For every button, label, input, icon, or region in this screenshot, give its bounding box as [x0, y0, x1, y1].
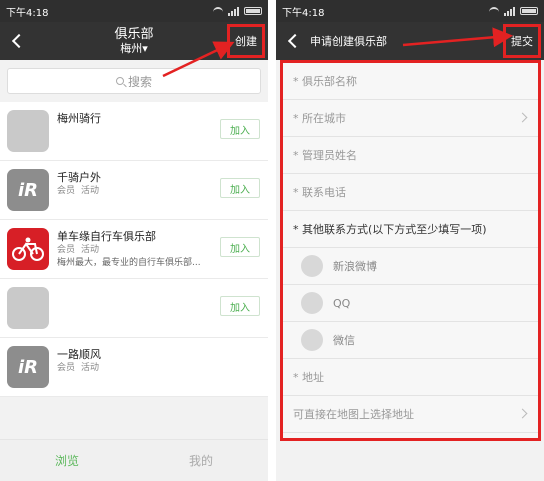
- club-avatar: [7, 287, 49, 329]
- status-bar: 下午4:18: [276, 0, 544, 22]
- qq-field[interactable]: QQ: [283, 285, 538, 322]
- club-name: 单车缘自行车俱乐部: [57, 230, 156, 243]
- activity-tag: 活动: [81, 186, 100, 196]
- club-name: 千骑户外: [57, 171, 101, 184]
- admin-name-field[interactable]: * 管理员姓名: [283, 137, 538, 174]
- qq-icon: [301, 292, 323, 314]
- status-time: 下午4:18: [6, 7, 49, 19]
- other-contacts-label: * 其他联系方式(以下方式至少填写一项): [283, 211, 538, 248]
- battery-icon: [244, 7, 262, 15]
- wechat-icon: [301, 329, 323, 351]
- club-name: 梅州骑行: [57, 112, 101, 125]
- activity-tag: 活动: [81, 245, 100, 255]
- city-field[interactable]: * 所在城市: [283, 100, 538, 137]
- search-input[interactable]: 搜索: [7, 68, 261, 94]
- member-tag: 会员: [57, 363, 76, 373]
- wechat-field[interactable]: 微信: [283, 322, 538, 359]
- create-club-form: * 俱乐部名称 * 所在城市 * 管理员姓名 * 联系电话 * 其他联系方式(以…: [280, 60, 541, 441]
- chevron-right-icon: [517, 408, 528, 419]
- join-button[interactable]: 加入: [220, 296, 260, 316]
- map-select-field[interactable]: 可直接在地图上选择地址: [283, 396, 538, 433]
- search-placeholder: 搜索: [127, 74, 152, 89]
- submit-button[interactable]: 提交: [503, 24, 541, 58]
- list-item[interactable]: 加入: [0, 279, 268, 338]
- nav-bar: 俱乐部 梅州▾ 创建: [0, 22, 268, 60]
- status-time: 下午4:18: [282, 7, 325, 19]
- signal-icon: [504, 6, 515, 16]
- list-item[interactable]: 梅州骑行 加入: [0, 102, 268, 161]
- nav-bar: 申请创建俱乐部 提交: [276, 22, 544, 60]
- phone-field[interactable]: * 联系电话: [283, 174, 538, 211]
- signal-icon: [228, 6, 239, 16]
- tab-mine[interactable]: 我的: [134, 440, 268, 481]
- weibo-field[interactable]: 新浪微博: [283, 248, 538, 285]
- join-button[interactable]: 加入: [220, 237, 260, 257]
- wifi-icon: [213, 7, 223, 15]
- club-list-screen: 下午4:18 俱乐部 梅州▾ 创建 搜索 梅州骑行 加入 iR 千骑户外 会员 …: [0, 0, 268, 481]
- back-icon[interactable]: [287, 33, 303, 49]
- join-button[interactable]: 加入: [220, 119, 260, 139]
- battery-icon: [520, 7, 538, 15]
- weibo-icon: [301, 255, 323, 277]
- club-description: 梅州最大，最专业的自行车俱乐部...: [57, 258, 201, 268]
- bottom-tab-bar: 浏览 我的: [0, 439, 268, 481]
- status-bar: 下午4:18: [0, 0, 268, 22]
- list-item[interactable]: iR 千骑户外 会员 活动 加入: [0, 161, 268, 220]
- activity-tag: 活动: [81, 363, 100, 373]
- create-button[interactable]: 创建: [227, 24, 265, 58]
- back-icon[interactable]: [11, 33, 27, 49]
- member-tag: 会员: [57, 186, 76, 196]
- create-club-screen: 下午4:18 申请创建俱乐部 提交 * 俱乐部名称 * 所在城市 * 管理员姓名…: [276, 0, 544, 481]
- wifi-icon: [489, 7, 499, 15]
- page-title: 申请创建俱乐部: [310, 35, 387, 48]
- join-button[interactable]: 加入: [220, 178, 260, 198]
- search-icon: [115, 77, 124, 85]
- address-field[interactable]: * 地址: [283, 359, 538, 396]
- club-avatar: iR: [7, 346, 49, 388]
- club-name: 一路顺风: [57, 348, 101, 361]
- chevron-right-icon: [517, 112, 528, 123]
- club-avatar: iR: [7, 169, 49, 211]
- bicycle-icon: [7, 228, 49, 270]
- list-item[interactable]: 单车缘自行车俱乐部 会员 活动 梅州最大，最专业的自行车俱乐部... 加入: [0, 220, 268, 279]
- club-avatar: [7, 110, 49, 152]
- tab-browse[interactable]: 浏览: [0, 440, 134, 481]
- member-tag: 会员: [57, 245, 76, 255]
- list-item[interactable]: iR 一路顺风 会员 活动: [0, 338, 268, 397]
- club-name-field[interactable]: * 俱乐部名称: [283, 63, 538, 100]
- club-list: 梅州骑行 加入 iR 千骑户外 会员 活动 加入 单车缘自行车俱乐部 会员 活动 梅…: [0, 102, 268, 397]
